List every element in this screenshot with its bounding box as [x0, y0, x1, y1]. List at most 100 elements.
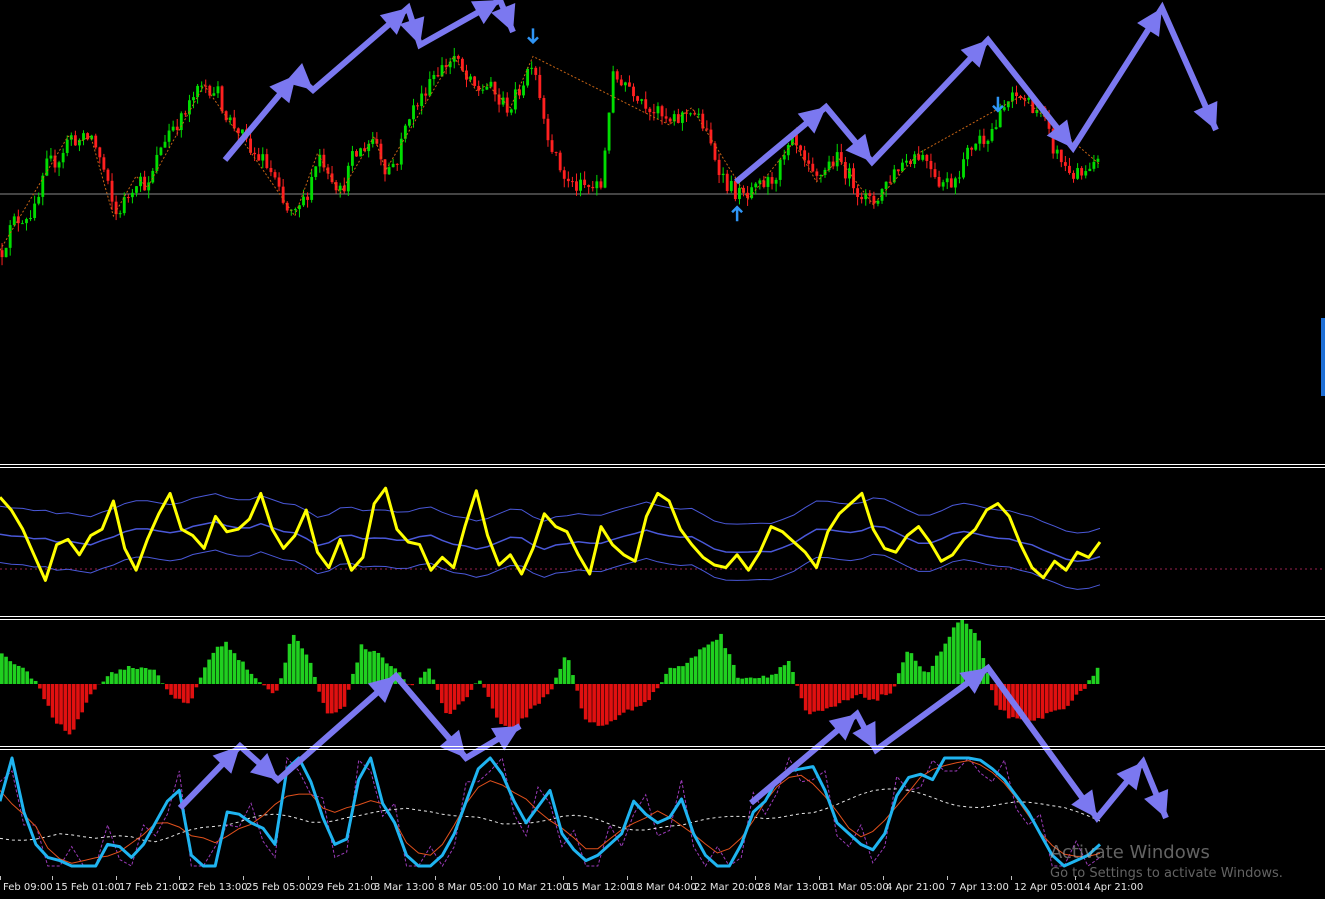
histogram-bar-negative — [652, 684, 656, 692]
candle-body — [37, 197, 40, 204]
candle-body — [111, 181, 114, 202]
oscillator-main-line — [0, 488, 1100, 580]
histogram-bar-positive — [237, 660, 241, 684]
candle-body — [445, 65, 448, 67]
candle-body — [131, 193, 134, 197]
candle-body — [265, 154, 268, 168]
histogram-bar-positive — [905, 652, 909, 684]
histogram-bar-negative — [1049, 684, 1053, 712]
histogram-bar-positive — [749, 678, 753, 684]
histogram-bar-negative — [618, 684, 622, 715]
histogram-bar-positive — [123, 670, 127, 684]
candle-body — [608, 113, 611, 151]
candle-body — [5, 248, 8, 257]
candle-body — [881, 189, 884, 201]
candle-body — [913, 154, 916, 164]
candle-body — [310, 177, 313, 200]
candle-body — [139, 177, 142, 186]
histogram-bar-negative — [1075, 684, 1079, 695]
candle-body — [754, 184, 757, 188]
histogram-bar-positive — [355, 663, 359, 684]
buy-signal-arrow — [732, 207, 742, 221]
candle-body — [1068, 166, 1071, 173]
histogram-bar-negative — [38, 684, 42, 689]
histogram-bar-negative — [440, 684, 444, 703]
histogram-bar-negative — [347, 684, 351, 690]
candle-body — [636, 96, 639, 101]
candle-body — [1060, 150, 1063, 162]
candle-body — [469, 76, 472, 79]
histogram-bar-negative — [55, 684, 59, 724]
candle-body — [212, 93, 215, 95]
histogram-bar-positive — [702, 647, 706, 684]
histogram-bar-positive — [1087, 680, 1091, 684]
candle-body — [1056, 150, 1059, 154]
histogram-bar-positive — [144, 668, 148, 684]
candle-body — [490, 82, 493, 87]
candle-body — [237, 128, 240, 133]
candle-body — [420, 94, 423, 106]
histogram-bar-positive — [668, 668, 672, 684]
candle-body — [868, 193, 871, 196]
candle-body — [274, 172, 277, 177]
candle-body — [624, 82, 627, 85]
candle-body — [41, 176, 44, 197]
time-axis-label: 29 Feb 21:00 — [311, 882, 377, 893]
histogram-bar-negative — [550, 684, 554, 689]
histogram-bar-negative — [470, 684, 474, 690]
histogram-bar-negative — [334, 684, 338, 712]
candle-body — [942, 182, 945, 186]
histogram-bar-negative — [448, 684, 452, 714]
histogram-bar-negative — [93, 684, 97, 690]
histogram-bar-negative — [647, 684, 651, 700]
time-axis-label: 25 Feb 05:00 — [246, 882, 312, 893]
histogram-bar-positive — [723, 648, 727, 684]
candle-body — [494, 82, 497, 95]
histogram-bar-positive — [664, 674, 668, 684]
histogram-bar-negative — [525, 684, 529, 717]
candle-body — [200, 86, 203, 87]
histogram-bar-negative — [63, 684, 67, 731]
histogram-bar-positive — [106, 676, 110, 684]
candle-body — [583, 180, 586, 185]
histogram-bar-positive — [715, 640, 719, 684]
histogram-bar-positive — [131, 668, 135, 684]
histogram-bar-positive — [690, 658, 694, 684]
histogram-bar-negative — [503, 684, 507, 726]
histogram-bar-negative — [575, 684, 579, 691]
histogram-bar-positive — [948, 637, 952, 684]
candle-body — [1092, 162, 1095, 169]
candle-body — [66, 140, 69, 153]
histogram-bar-negative — [482, 684, 486, 688]
histogram-bar-negative — [267, 684, 271, 689]
histogram-bar-positive — [110, 672, 114, 684]
candle-body — [261, 154, 264, 160]
histogram-bar-negative — [89, 684, 93, 694]
candle-body — [848, 168, 851, 178]
time-axis-label: Feb 09:00 — [3, 882, 53, 893]
candle-body — [371, 139, 374, 144]
histogram-bar-positive — [372, 651, 376, 684]
candle-body — [294, 209, 297, 210]
candle-body — [241, 130, 244, 134]
histogram-bar-negative — [588, 684, 592, 722]
histogram-bar-positive — [127, 666, 131, 684]
candle-body — [17, 216, 20, 223]
histogram-bar-negative — [495, 684, 499, 718]
time-axis: Feb 09:0015 Feb 01:0017 Feb 21:0022 Feb … — [1, 876, 1144, 893]
candle-body — [661, 106, 664, 116]
pane-separators[interactable] — [0, 465, 1325, 750]
histogram-bar-positive — [694, 656, 698, 684]
histogram-bar-negative — [584, 684, 588, 719]
chart-canvas: Feb 09:0015 Feb 01:0017 Feb 21:0022 Feb … — [0, 0, 1325, 895]
histogram-bar-negative — [821, 684, 825, 711]
scroll-marker[interactable] — [1321, 318, 1325, 396]
histogram-bar-negative — [436, 684, 440, 690]
candle-body — [176, 127, 179, 130]
histogram-bar-positive — [118, 669, 122, 684]
candle-body — [905, 161, 908, 163]
candle-body — [714, 143, 717, 159]
stochastic-main-line — [0, 758, 1100, 866]
candle-body — [477, 86, 480, 91]
candle-body — [925, 155, 928, 161]
